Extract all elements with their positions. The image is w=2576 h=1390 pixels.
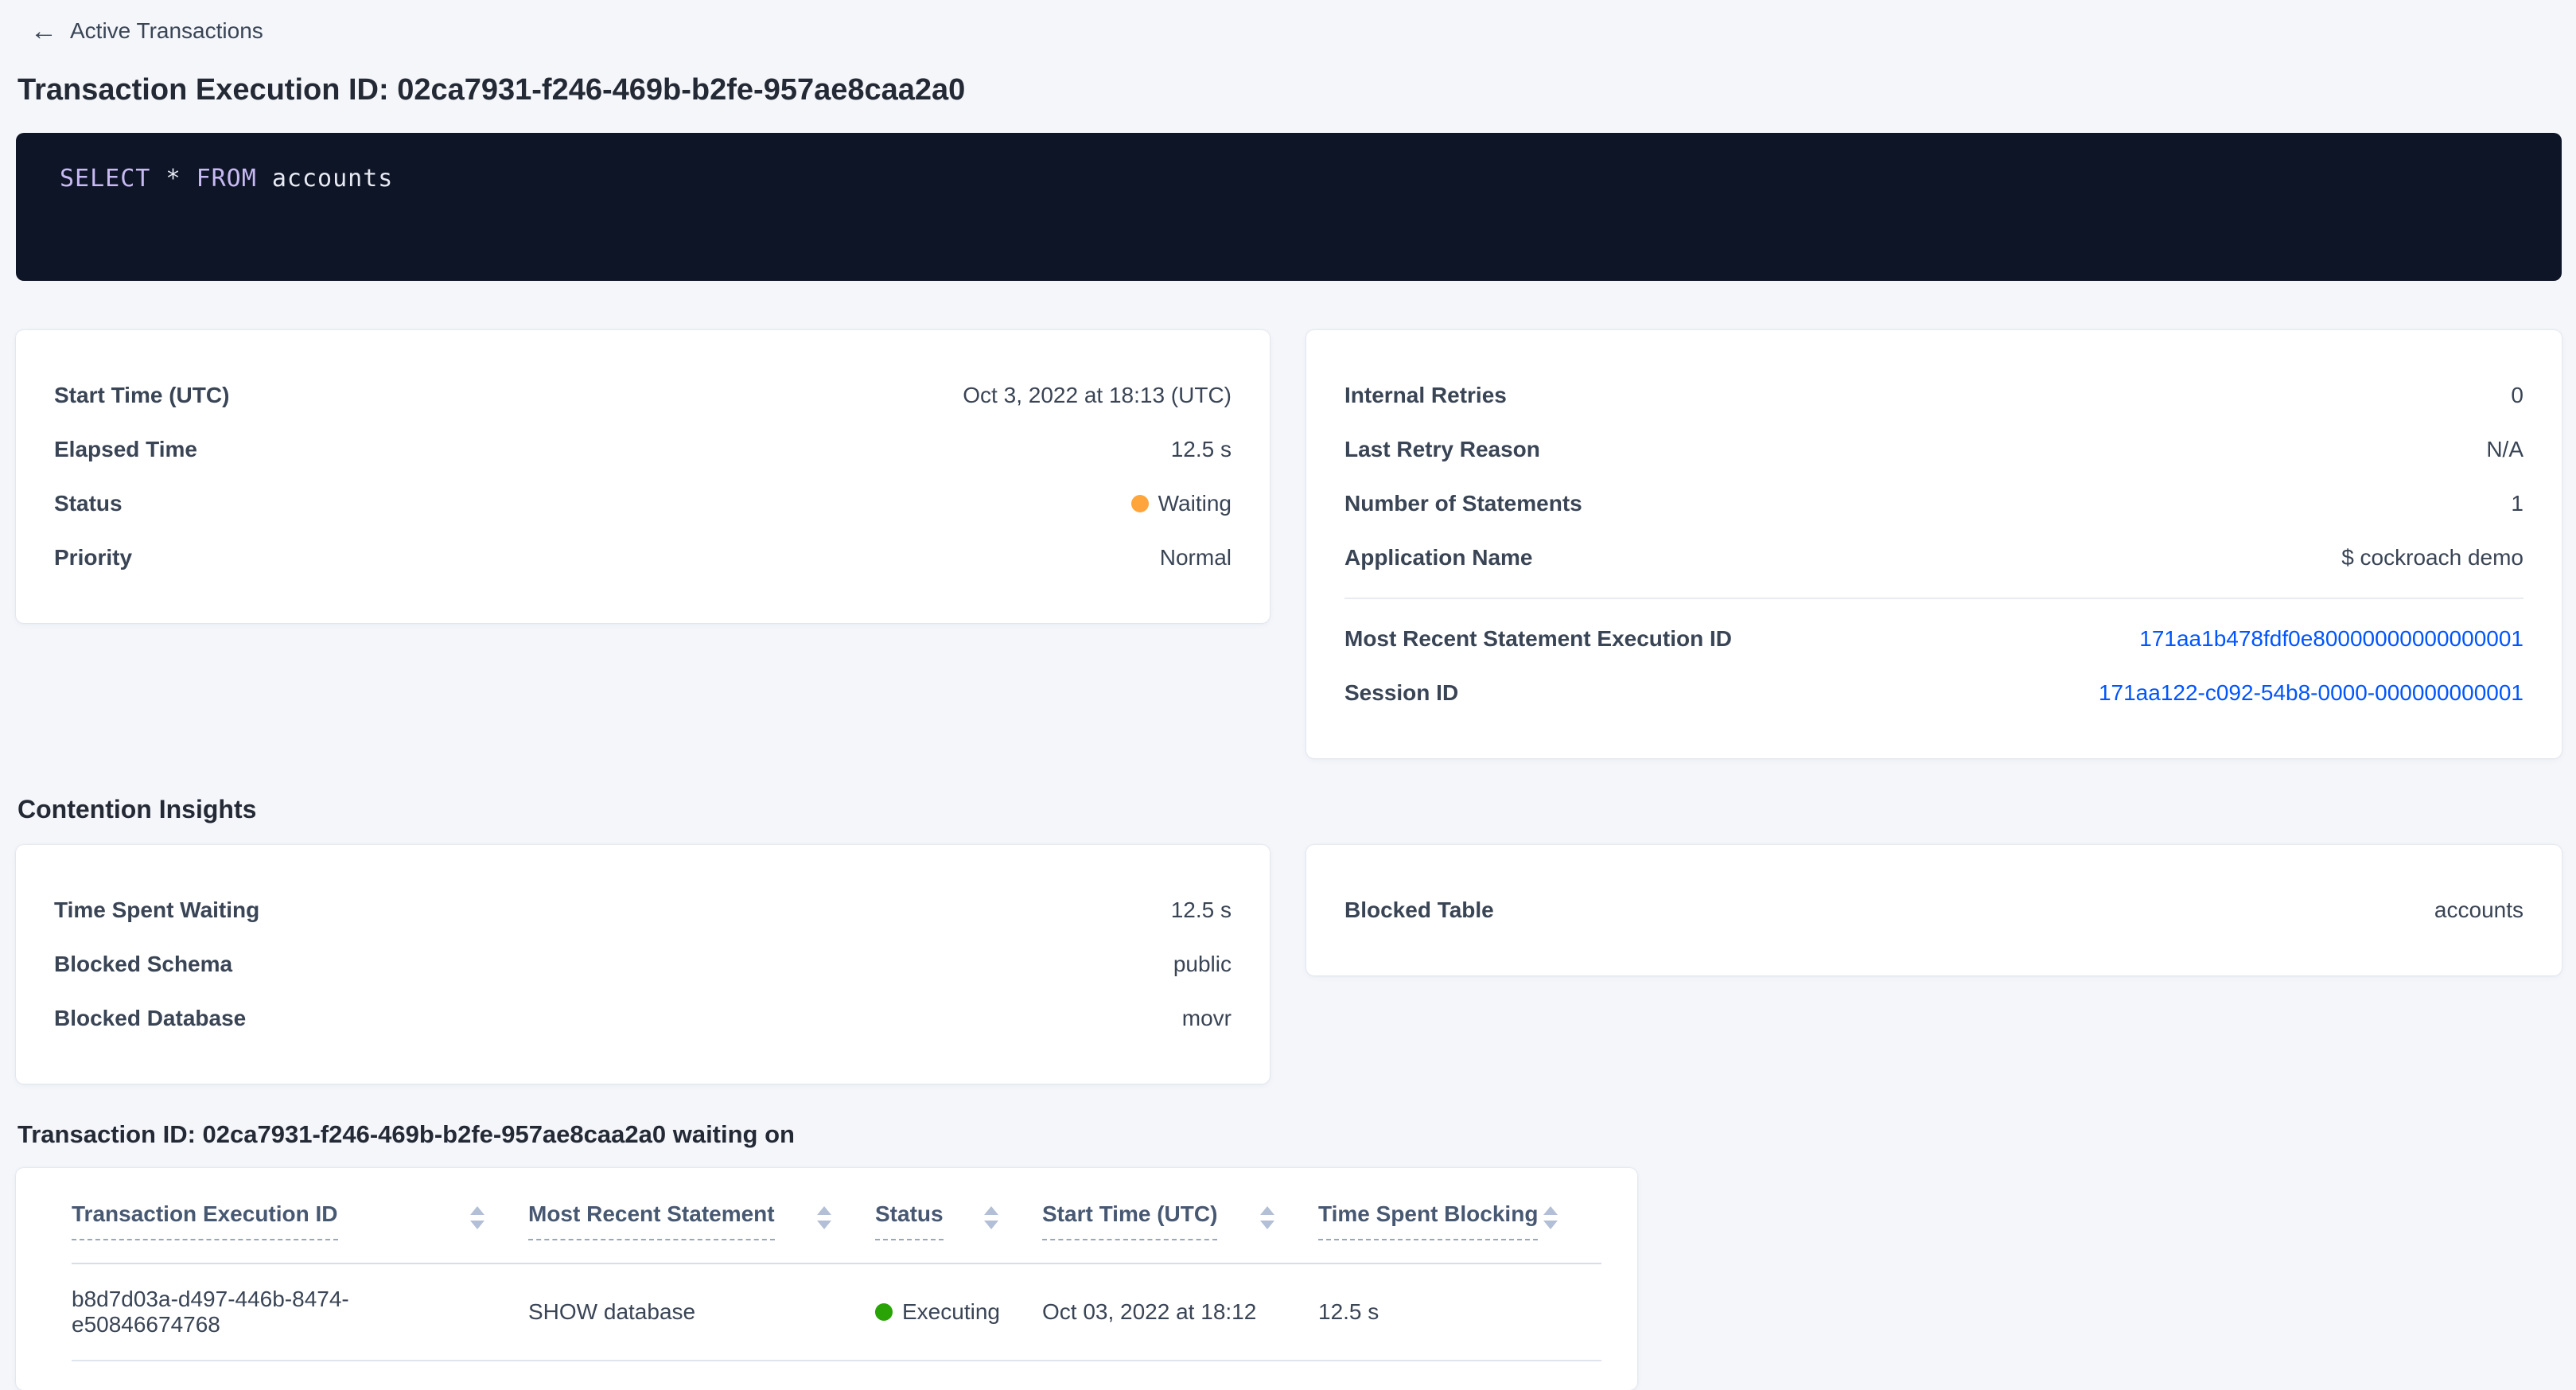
card-divider [1344,598,2523,599]
sort-asc-icon [817,1206,831,1215]
table-row: b8d7d03a-d497-446b-8474-e50846674768 SHO… [72,1264,1601,1361]
contention-cards: Time Spent Waiting 12.5 s Blocked Schema… [16,845,2562,1084]
waiting-on-table-card: Transaction Execution ID Most Recent Sta… [16,1168,1637,1390]
session-id-row: Session ID 171aa122-c092-54b8-0000-00000… [1344,666,2523,720]
blocked-table-label: Blocked Table [1344,897,1494,923]
last-retry-reason-value: N/A [2486,437,2523,462]
sql-keyword-select: SELECT [60,165,150,193]
column-header-label: Transaction Execution ID [72,1201,338,1240]
blocked-database-row: Blocked Database movr [54,991,1232,1045]
back-link[interactable]: ← Active Transactions [30,18,263,45]
status-label: Status [54,491,123,516]
cell-time-spent-blocking: 12.5 s [1318,1299,1601,1325]
back-link-label: Active Transactions [70,18,263,44]
time-spent-waiting-value: 12.5 s [1171,897,1232,923]
status-value: Waiting [1131,491,1232,516]
blocked-database-label: Blocked Database [54,1006,246,1031]
status-waiting-dot-icon [1131,495,1149,512]
statement-execution-id-row: Most Recent Statement Execution ID 171aa… [1344,612,2523,666]
number-of-statements-label: Number of Statements [1344,491,1582,516]
sort-icon[interactable] [817,1201,831,1229]
session-id-label: Session ID [1344,680,1458,706]
cell-most-recent-statement: SHOW database [528,1299,875,1325]
sort-icon[interactable] [1260,1201,1274,1229]
column-header-label: Status [875,1201,944,1240]
session-id-link[interactable]: 171aa122-c092-54b8-0000-000000000001 [2099,680,2523,706]
status-executing-dot-icon [875,1303,893,1321]
blocked-schema-label: Blocked Schema [54,952,232,977]
blocked-schema-row: Blocked Schema public [54,937,1232,991]
sort-asc-icon [470,1206,484,1215]
priority-row: Priority Normal [54,531,1232,585]
start-time-label: Start Time (UTC) [54,383,229,408]
sql-star: * [165,165,181,193]
statement-execution-id-link[interactable]: 171aa1b478fdf0e80000000000000001 [2139,626,2523,652]
time-spent-waiting-label: Time Spent Waiting [54,897,259,923]
sql-keyword-from: FROM [197,165,257,193]
sort-icon[interactable] [470,1201,484,1229]
blocked-database-value: movr [1182,1006,1232,1031]
contention-card-left: Time Spent Waiting 12.5 s Blocked Schema… [16,845,1270,1084]
column-header-time-spent-blocking[interactable]: Time Spent Blocking [1318,1201,1601,1240]
sort-desc-icon [984,1221,998,1229]
overview-card-left: Start Time (UTC) Oct 3, 2022 at 18:13 (U… [16,330,1270,623]
column-header-start-time[interactable]: Start Time (UTC) [1042,1201,1318,1240]
sort-icon[interactable] [984,1201,998,1229]
sort-desc-icon [817,1221,831,1229]
priority-value: Normal [1160,545,1232,570]
cell-status: Executing [875,1299,1042,1325]
number-of-statements-row: Number of Statements 1 [1344,477,2523,531]
sort-asc-icon [1260,1206,1274,1215]
internal-retries-label: Internal Retries [1344,383,1507,408]
internal-retries-value: 0 [2511,383,2523,408]
internal-retries-row: Internal Retries 0 [1344,368,2523,422]
blocked-schema-value: public [1173,952,1232,977]
sort-desc-icon [470,1221,484,1229]
number-of-statements-value: 1 [2511,491,2523,516]
waiting-on-heading: Transaction ID: 02ca7931-f246-469b-b2fe-… [18,1120,2562,1149]
application-name-row: Application Name $ cockroach demo [1344,531,2523,585]
column-header-label: Time Spent Blocking [1318,1201,1538,1240]
priority-label: Priority [54,545,132,570]
blocked-table-row: Blocked Table accounts [1344,883,2523,937]
sql-statement-box: SELECT * FROM accounts [16,133,2562,281]
last-retry-reason-label: Last Retry Reason [1344,437,1540,462]
time-spent-waiting-row: Time Spent Waiting 12.5 s [54,883,1232,937]
cell-start-time: Oct 03, 2022 at 18:12 [1042,1299,1318,1325]
page-title: Transaction Execution ID: 02ca7931-f246-… [18,73,2562,107]
contention-card-right: Blocked Table accounts [1306,845,2562,975]
overview-cards: Start Time (UTC) Oct 3, 2022 at 18:13 (U… [16,330,2562,758]
sort-desc-icon [1543,1221,1558,1229]
column-header-transaction-execution-id[interactable]: Transaction Execution ID [72,1201,528,1240]
sql-table-name: accounts [272,165,394,193]
application-name-value: $ cockroach demo [2341,545,2523,570]
start-time-value: Oct 3, 2022 at 18:13 (UTC) [963,383,1232,408]
back-arrow-icon: ← [30,18,57,45]
sort-desc-icon [1260,1221,1274,1229]
column-header-most-recent-statement[interactable]: Most Recent Statement [528,1201,875,1240]
last-retry-reason-row: Last Retry Reason N/A [1344,422,2523,477]
sort-asc-icon [1543,1206,1558,1215]
column-header-status[interactable]: Status [875,1201,1042,1240]
start-time-row: Start Time (UTC) Oct 3, 2022 at 18:13 (U… [54,368,1232,422]
elapsed-time-label: Elapsed Time [54,437,197,462]
elapsed-time-row: Elapsed Time 12.5 s [54,422,1232,477]
cell-transaction-execution-id: b8d7d03a-d497-446b-8474-e50846674768 [72,1287,528,1337]
blocked-table-value: accounts [2434,897,2523,923]
overview-card-right: Internal Retries 0 Last Retry Reason N/A… [1306,330,2562,758]
table-header-row: Transaction Execution ID Most Recent Sta… [72,1201,1601,1240]
sort-asc-icon [984,1206,998,1215]
statement-execution-id-label: Most Recent Statement Execution ID [1344,626,1732,652]
elapsed-time-value: 12.5 s [1171,437,1232,462]
application-name-label: Application Name [1344,545,1532,570]
contention-insights-heading: Contention Insights [18,795,2562,824]
status-value-text: Waiting [1158,491,1232,516]
column-header-label: Start Time (UTC) [1042,1201,1217,1240]
cell-status-text: Executing [902,1299,1000,1324]
status-row: Status Waiting [54,477,1232,531]
sort-icon[interactable] [1543,1201,1558,1229]
column-header-label: Most Recent Statement [528,1201,775,1240]
